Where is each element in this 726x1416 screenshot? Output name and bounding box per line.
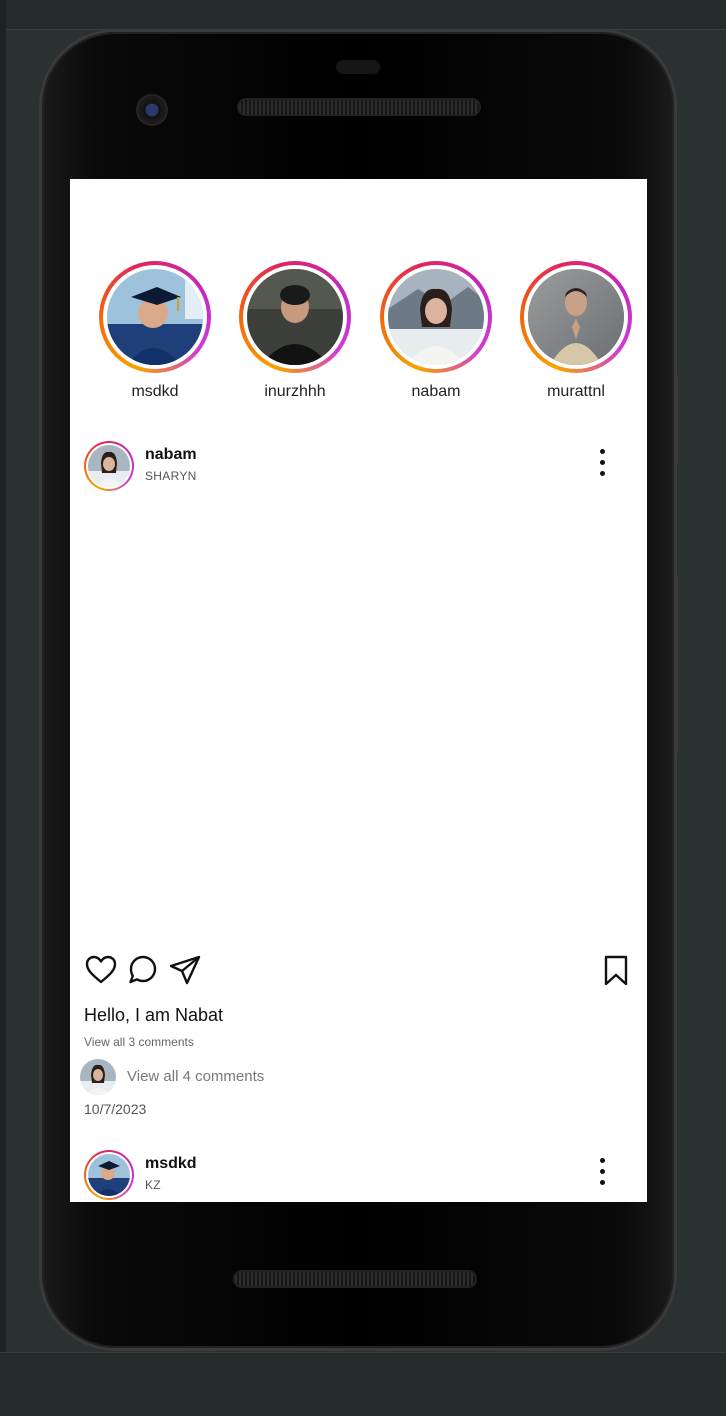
bottom-speaker-grille	[235, 1272, 475, 1286]
story-ring	[239, 261, 351, 373]
avatar	[80, 1059, 116, 1095]
post-image[interactable]	[70, 499, 647, 939]
proximity-sensor	[336, 60, 380, 74]
avatar	[88, 445, 130, 487]
bookmark-icon[interactable]	[599, 953, 633, 987]
post-avatar[interactable]	[84, 1150, 134, 1200]
avatar	[247, 269, 343, 365]
background-top-band	[0, 0, 726, 30]
send-icon[interactable]	[168, 953, 202, 987]
more-vertical-icon[interactable]	[597, 1158, 607, 1188]
story-username: murattnl	[547, 383, 605, 400]
story-item-nabam[interactable]: nabam	[376, 261, 496, 401]
stories-row: msdkd inurzhhh nabam murattnl	[70, 261, 647, 401]
background-bottom-band	[0, 1352, 726, 1416]
top-speaker-grille	[239, 100, 479, 114]
post-username[interactable]: msdkd	[145, 1155, 197, 1173]
story-ring	[520, 261, 632, 373]
post-header: msdkd KZ	[84, 1150, 633, 1202]
post-header: nabam SHARYN	[84, 441, 633, 493]
app-screen: msdkd inurzhhh nabam murattnl nabam SHAR…	[70, 179, 647, 1202]
story-username: nabam	[411, 383, 461, 400]
story-item-murattnl[interactable]: murattnl	[516, 261, 636, 401]
comment-icon[interactable]	[126, 953, 160, 987]
front-camera-icon	[138, 96, 166, 124]
post-date: 10/7/2023	[84, 1101, 147, 1117]
avatar	[528, 269, 624, 365]
avatar	[107, 269, 203, 365]
story-item-msdkd[interactable]: msdkd	[95, 261, 215, 401]
view-comments-link[interactable]: View all 3 comments	[84, 1035, 194, 1049]
post-username[interactable]: nabam	[145, 446, 197, 464]
post-location[interactable]: SHARYN	[145, 469, 197, 483]
story-ring	[380, 261, 492, 373]
post-avatar[interactable]	[84, 441, 134, 491]
post-caption: Hello, I am Nabat	[84, 1005, 224, 1025]
post-actions	[84, 949, 633, 989]
story-item-inurzhhh[interactable]: inurzhhh	[235, 261, 355, 401]
heart-icon[interactable]	[84, 953, 118, 987]
avatar	[88, 1154, 130, 1196]
story-username: msdkd	[131, 383, 179, 400]
background-left-edge	[0, 0, 6, 1416]
story-ring	[99, 261, 211, 373]
story-username: inurzhhh	[264, 383, 326, 400]
avatar	[388, 269, 484, 365]
post-location[interactable]: KZ	[145, 1178, 161, 1192]
more-vertical-icon[interactable]	[597, 449, 607, 479]
comment-prompt[interactable]: View all 4 comments	[127, 1068, 264, 1085]
